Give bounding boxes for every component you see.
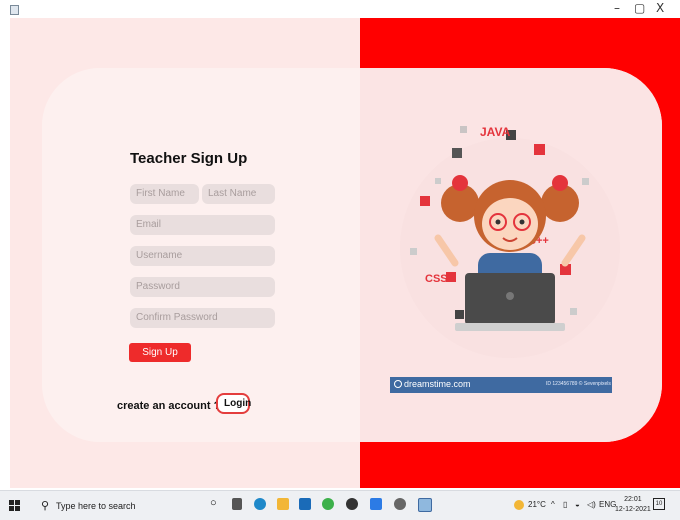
widgets-icon[interactable] — [232, 498, 242, 510]
chevron-up-icon[interactable]: ^ — [551, 500, 555, 509]
login-button[interactable]: Login — [216, 393, 251, 414]
create-account-text: create an account ? — [117, 400, 221, 412]
java-label: JAVA — [480, 125, 511, 139]
css-label: CSS — [425, 273, 448, 285]
language-indicator[interactable]: ENG — [599, 500, 616, 509]
app-icon-active[interactable] — [418, 498, 432, 512]
notification-icon[interactable]: 10 — [653, 498, 665, 510]
close-button[interactable]: X — [656, 1, 664, 15]
email-field[interactable] — [130, 215, 275, 235]
app-icon-dark[interactable] — [346, 498, 358, 510]
app-icon — [10, 5, 19, 15]
signup-button[interactable]: Sign Up — [129, 343, 191, 362]
app-icon-blue[interactable] — [370, 498, 382, 510]
clock[interactable]: 22:01 12-12-2021 — [615, 495, 651, 515]
edge-icon[interactable] — [254, 498, 266, 510]
volume-icon[interactable]: ◁) — [587, 500, 596, 509]
maximize-button[interactable]: ▢ — [634, 1, 645, 15]
watermark-text: dreamstime.com — [404, 379, 471, 389]
last-name-field[interactable] — [202, 184, 275, 204]
watermark-logo — [394, 380, 402, 388]
app-icon-green[interactable] — [322, 498, 334, 510]
clock-time: 22:01 — [624, 496, 642, 503]
search-icon: ⚲ — [41, 500, 50, 512]
clock-date: 12-12-2021 — [615, 506, 651, 513]
minimize-button[interactable]: – — [614, 1, 620, 15]
app-icon-gray[interactable] — [394, 498, 406, 510]
store-icon[interactable] — [299, 498, 311, 510]
taskbar-search[interactable]: ⚲ Type here to search — [37, 497, 193, 515]
notification-count: 10 — [653, 498, 665, 510]
task-view-icon[interactable]: ○ — [210, 497, 222, 509]
confirm-password-field[interactable] — [130, 308, 275, 328]
username-field[interactable] — [130, 246, 275, 266]
temperature-text: 21°C — [528, 500, 546, 509]
illustration-panel: JAVA C++ CSS dreamstime.com ID 123456789… — [360, 68, 662, 442]
window-title-bar: – ▢ X — [0, 0, 680, 18]
network-icon[interactable]: ▯ — [563, 500, 567, 509]
search-placeholder: Type here to search — [56, 501, 136, 511]
windows-start-icon[interactable] — [9, 500, 20, 511]
taskbar: ⚲ Type here to search ○ 21°C ^ ▯ ◒ ◁) EN… — [0, 490, 680, 520]
file-explorer-icon[interactable] — [277, 498, 289, 510]
first-name-field[interactable] — [130, 184, 199, 204]
wifi-icon[interactable]: ◒ — [575, 500, 580, 509]
watermark-id: ID 123456789 © Sevenpixels — [546, 381, 611, 387]
weather-icon[interactable] — [514, 500, 524, 510]
signup-form-panel: Teacher Sign Up Sign Up create an accoun… — [42, 68, 360, 442]
password-field[interactable] — [130, 277, 275, 297]
app-window: Teacher Sign Up Sign Up create an accoun… — [10, 18, 680, 488]
signup-card: Teacher Sign Up Sign Up create an accoun… — [42, 68, 662, 442]
page-title: Teacher Sign Up — [130, 150, 248, 167]
